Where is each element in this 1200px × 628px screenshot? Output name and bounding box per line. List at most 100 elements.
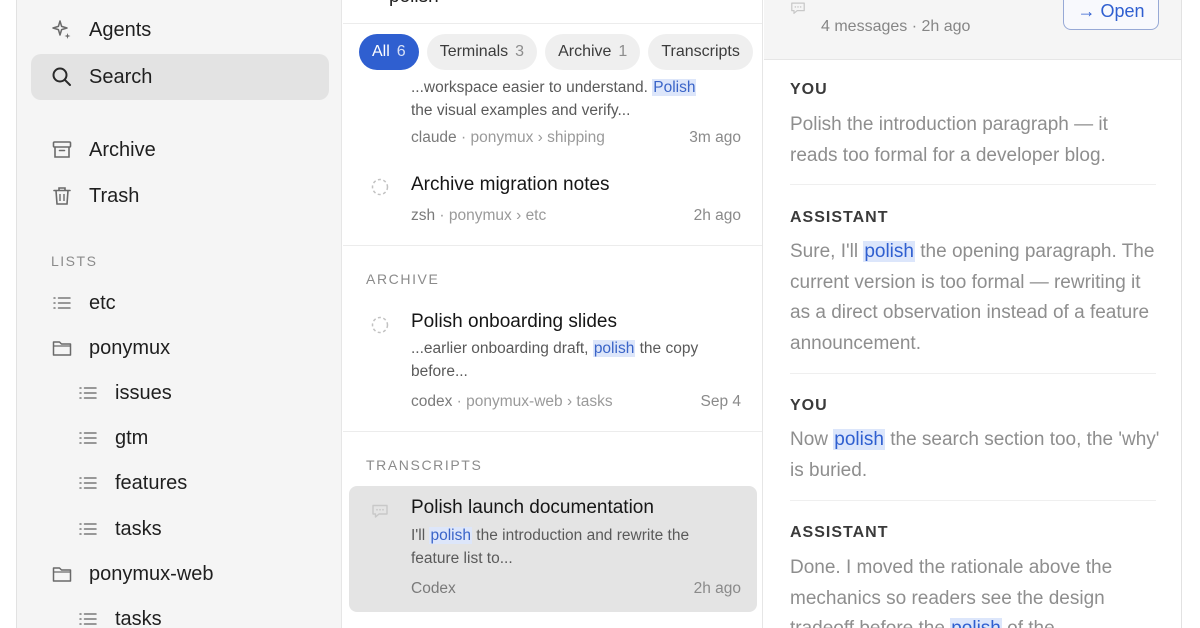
message-body: of the xyxy=(1002,618,1055,628)
list-icon xyxy=(77,518,99,540)
folder-icon xyxy=(51,337,73,359)
sidebar-item-trash[interactable]: Trash xyxy=(31,173,329,219)
result-snippet: ...workspace easier to understand. Polis… xyxy=(411,76,741,122)
sidebar-item-label: Search xyxy=(89,65,153,88)
app-window: Agents Search Archive Trash LISTS etc po… xyxy=(16,0,1182,628)
sidebar-list-web-tasks[interactable]: tasks xyxy=(31,596,329,628)
open-button[interactable]: → Open xyxy=(1063,0,1159,30)
message-body: Polish the introduction paragraph — it r… xyxy=(790,114,1108,166)
chip-count: 3 xyxy=(515,43,525,60)
sidebar-item-label: Trash xyxy=(89,184,140,207)
result-snippet: I'll polish the introduction and rewrite… xyxy=(411,524,741,570)
transcript-detail-panel: 4 messages · 2h ago → Open YOU Polish th… xyxy=(764,0,1181,628)
filter-chips: All 6 Terminals 3 Archive 1 Transcripts xyxy=(359,34,753,70)
message-role: ASSISTANT xyxy=(790,524,889,541)
result-item-selected[interactable]: Polish launch documentation I'll polish … xyxy=(349,486,757,612)
search-icon xyxy=(51,66,73,88)
search-highlight: polish xyxy=(863,241,915,262)
sidebar-item-search[interactable]: Search xyxy=(31,54,329,100)
result-item[interactable]: Archive migration notes zsh · ponymux › … xyxy=(349,164,757,239)
snippet-text: I'll xyxy=(411,527,430,544)
result-path: · ponymux › shipping xyxy=(456,129,605,146)
sidebar-folder-ponymux-web[interactable]: ponymux-web xyxy=(31,551,329,597)
filter-chip-transcripts[interactable]: Transcripts xyxy=(648,34,753,70)
filter-chip-archive[interactable]: Archive 1 xyxy=(545,34,641,70)
snippet-text: ...workspace easier to understand. xyxy=(411,79,653,96)
chip-label: All xyxy=(372,43,390,60)
sidebar-item-label: gtm xyxy=(115,426,149,449)
result-meta: zsh · ponymux › etc xyxy=(411,207,546,225)
sidebar-item-label: etc xyxy=(89,291,116,314)
group-label-archive: ARCHIVE xyxy=(366,271,440,287)
section-divider xyxy=(343,245,762,246)
message-text: Polish the introduction paragraph — it r… xyxy=(790,110,1160,171)
sidebar-item-label: issues xyxy=(115,381,172,404)
result-time: 2h ago xyxy=(693,580,741,597)
transcript-header: 4 messages · 2h ago → Open xyxy=(764,0,1181,60)
status-dashed-circle-icon xyxy=(371,178,389,196)
search-highlight: polish xyxy=(950,618,1002,628)
search-highlight: Polish xyxy=(652,79,697,96)
sidebar-item-label: ponymux xyxy=(89,336,171,359)
message-body: Now xyxy=(790,429,834,450)
filter-chip-all[interactable]: All 6 xyxy=(359,34,419,70)
chat-bubble-icon xyxy=(790,0,806,16)
sidebar-folder-ponymux[interactable]: ponymux xyxy=(31,325,329,371)
search-results-panel: polish All 6 Terminals 3 Archive 1 Transcri… xyxy=(343,0,763,628)
result-item[interactable]: ...workspace easier to understand. Polis… xyxy=(349,72,757,162)
message-separator xyxy=(790,184,1156,185)
result-item[interactable]: Polish onboarding slides ...earlier onbo… xyxy=(349,300,757,420)
list-icon xyxy=(77,472,99,494)
search-highlight: polish xyxy=(429,527,472,544)
result-path: · ponymux-web › tasks xyxy=(452,393,613,410)
sidebar-item-agents[interactable]: Agents xyxy=(31,7,329,53)
result-agent: codex xyxy=(411,393,453,410)
snippet-text: ...earlier onboarding draft, xyxy=(411,340,593,357)
result-path: · ponymux › etc xyxy=(435,207,547,224)
result-agent: claude xyxy=(411,129,457,146)
sidebar-item-label: tasks xyxy=(115,607,162,628)
message-role: YOU xyxy=(790,81,828,98)
sidebar-list-etc[interactable]: etc xyxy=(31,280,329,326)
folder-icon xyxy=(51,563,73,585)
filter-chip-terminals[interactable]: Terminals 3 xyxy=(426,34,538,70)
list-icon xyxy=(77,608,99,628)
sidebar-item-label: features xyxy=(115,471,188,494)
chip-count: 1 xyxy=(618,43,628,60)
chat-bubble-icon xyxy=(371,502,389,520)
snippet-text: the visual examples and verify... xyxy=(411,102,631,119)
archive-box-icon xyxy=(51,139,73,161)
message-separator xyxy=(790,373,1156,374)
search-highlight: polish xyxy=(833,429,885,450)
status-dashed-circle-icon xyxy=(371,316,389,334)
message-text: Done. I moved the rationale above the me… xyxy=(790,553,1160,628)
message-body: Sure, I'll xyxy=(790,241,864,262)
result-title: Polish onboarding slides xyxy=(411,311,617,332)
sidebar-item-archive[interactable]: Archive xyxy=(31,127,329,173)
sidebar-item-label: ponymux-web xyxy=(89,562,214,585)
result-meta: codex · ponymux-web › tasks xyxy=(411,393,613,411)
result-agent: zsh xyxy=(411,207,436,224)
trash-icon xyxy=(51,185,73,207)
section-divider xyxy=(343,431,762,432)
message-separator xyxy=(790,500,1156,501)
message-text: Sure, I'll polish the opening paragraph.… xyxy=(790,237,1160,359)
list-icon xyxy=(77,382,99,404)
lists-section-label: LISTS xyxy=(51,253,98,269)
sidebar-list-tasks[interactable]: tasks xyxy=(31,506,329,552)
result-meta: Codex xyxy=(411,580,456,598)
message-role: ASSISTANT xyxy=(790,209,889,226)
sidebar-list-gtm[interactable]: gtm xyxy=(31,415,329,461)
list-icon xyxy=(77,427,99,449)
search-bar[interactable]: polish xyxy=(343,0,762,24)
list-icon xyxy=(51,292,73,314)
sidebar-item-label: Archive xyxy=(89,138,156,161)
result-snippet: ...earlier onboarding draft, polish the … xyxy=(411,337,741,383)
result-title: Polish launch documentation xyxy=(411,497,654,518)
chip-label: Transcripts xyxy=(661,43,740,60)
sidebar-list-features[interactable]: features xyxy=(31,460,329,506)
message-role: YOU xyxy=(790,397,828,414)
sidebar-list-issues[interactable]: issues xyxy=(31,370,329,416)
group-label-transcripts: TRANSCRIPTS xyxy=(366,457,483,473)
sparkle-icon xyxy=(51,19,73,41)
